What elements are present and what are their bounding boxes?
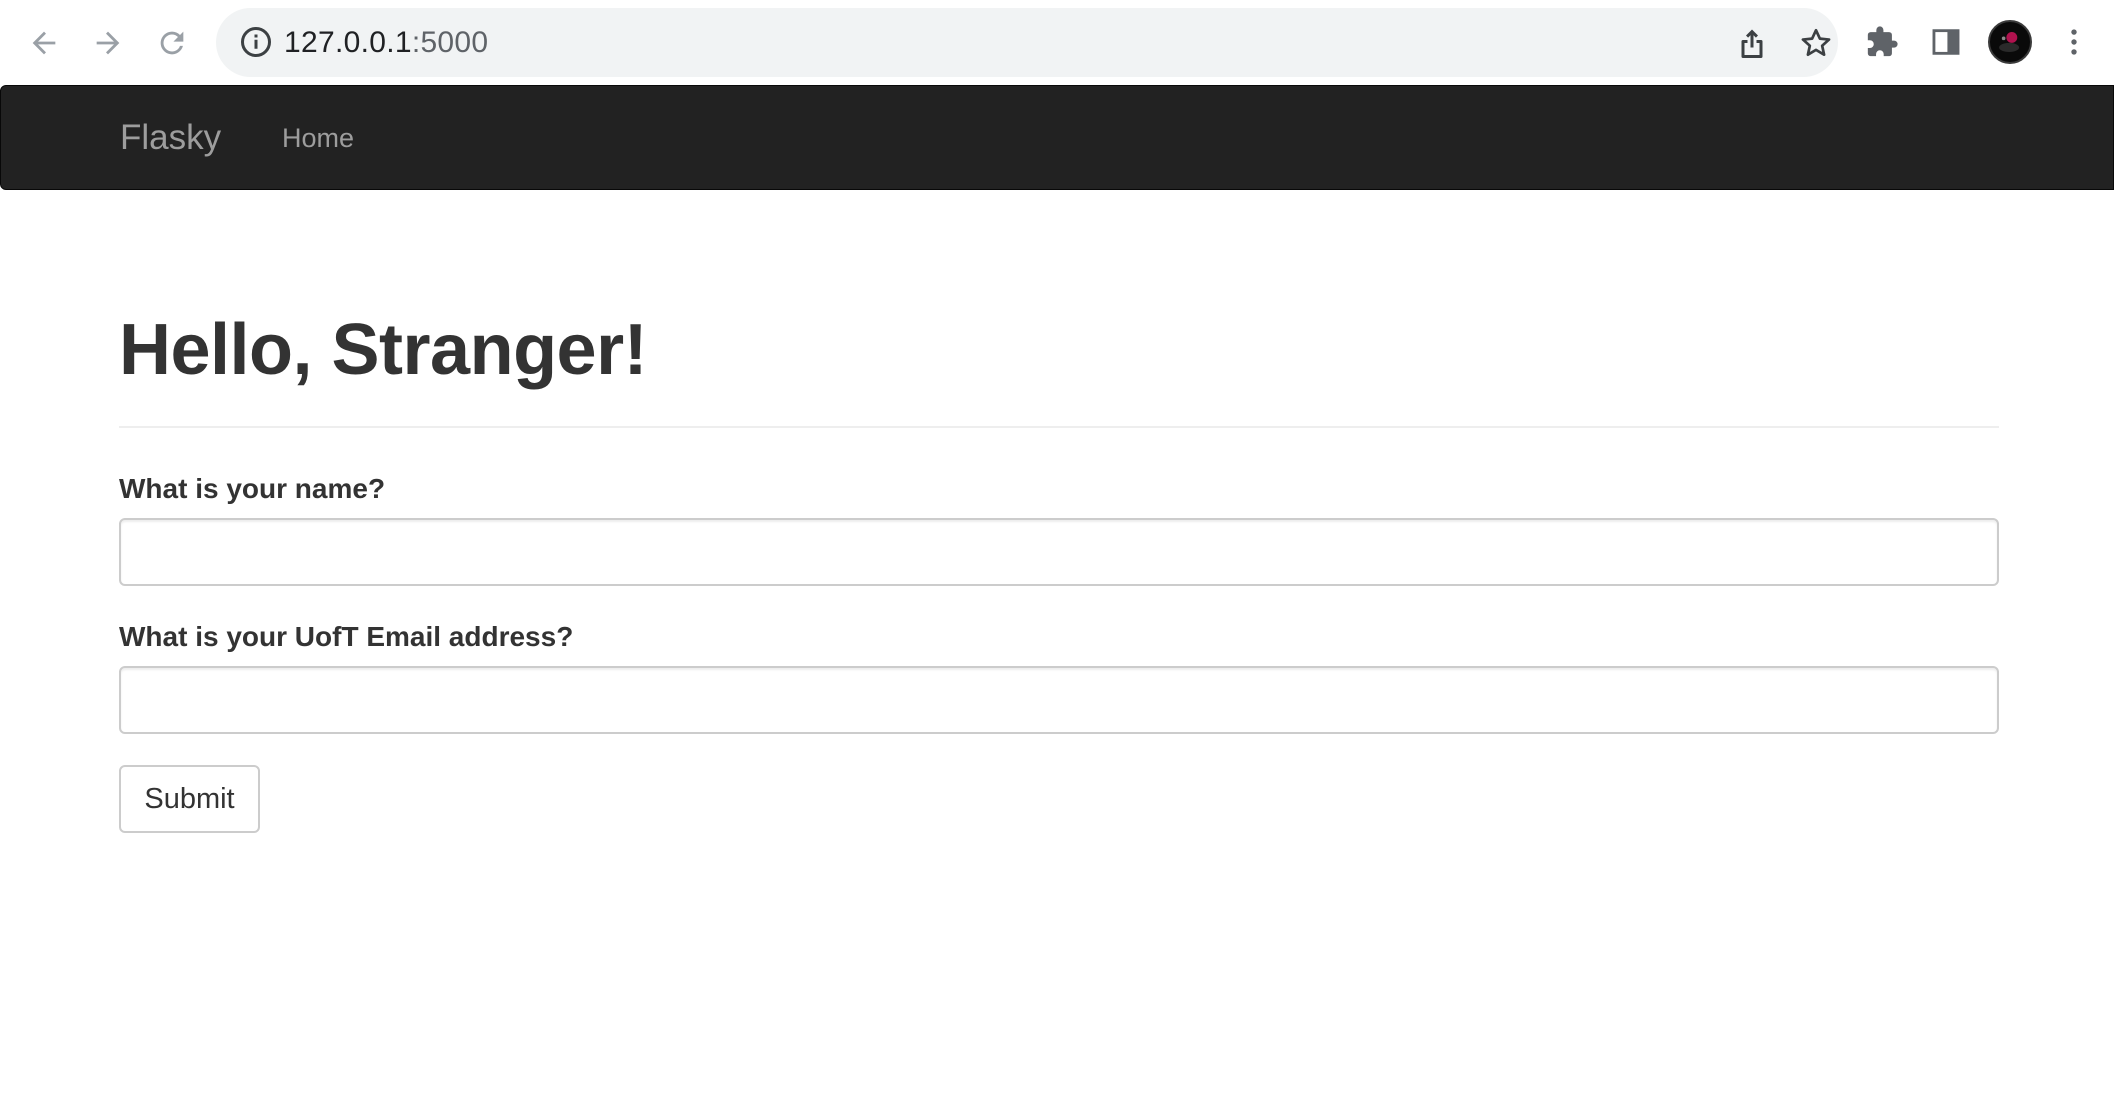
name-input[interactable] [119,518,1999,586]
url-host: 127.0.0.1 [284,26,412,59]
back-button[interactable] [19,18,69,68]
browser-toolbar: 127.0.0.1:5000 [0,0,2114,85]
page-header: Hello, Stranger! [119,300,1999,428]
reload-icon [160,31,184,55]
nav-link-home[interactable]: Home [282,122,354,154]
share-icon[interactable] [1734,25,1770,61]
email-input[interactable] [119,666,1999,734]
extensions-button[interactable] [1860,20,1904,64]
kebab-menu-icon [2071,29,2077,55]
page-title: Hello, Stranger! [119,310,648,390]
address-bar[interactable]: 127.0.0.1:5000 [216,8,1838,77]
profile-avatar[interactable] [1988,20,2032,64]
url-port: :5000 [411,26,489,59]
browser-menu-button[interactable] [2052,20,2096,64]
name-label: What is your name? [119,473,386,504]
avatar-image-icon [1991,23,2029,61]
puzzle-icon [1867,26,1898,57]
star-icon[interactable] [1798,25,1834,61]
back-arrow-icon [32,31,56,55]
submit-button[interactable]: Submit [119,765,260,833]
url-text[interactable]: 127.0.0.1:5000 [284,25,488,61]
email-label: What is your UofT Email address? [119,621,574,652]
forward-arrow-icon [96,31,120,55]
navbar-brand[interactable]: Flasky [120,117,221,159]
site-navbar: Flasky Home [0,85,2114,190]
forward-button[interactable] [83,18,133,68]
reload-button[interactable] [147,18,197,68]
side-panel-icon [1932,29,1960,55]
side-panel-button[interactable] [1924,20,1968,64]
info-icon[interactable] [238,24,274,60]
